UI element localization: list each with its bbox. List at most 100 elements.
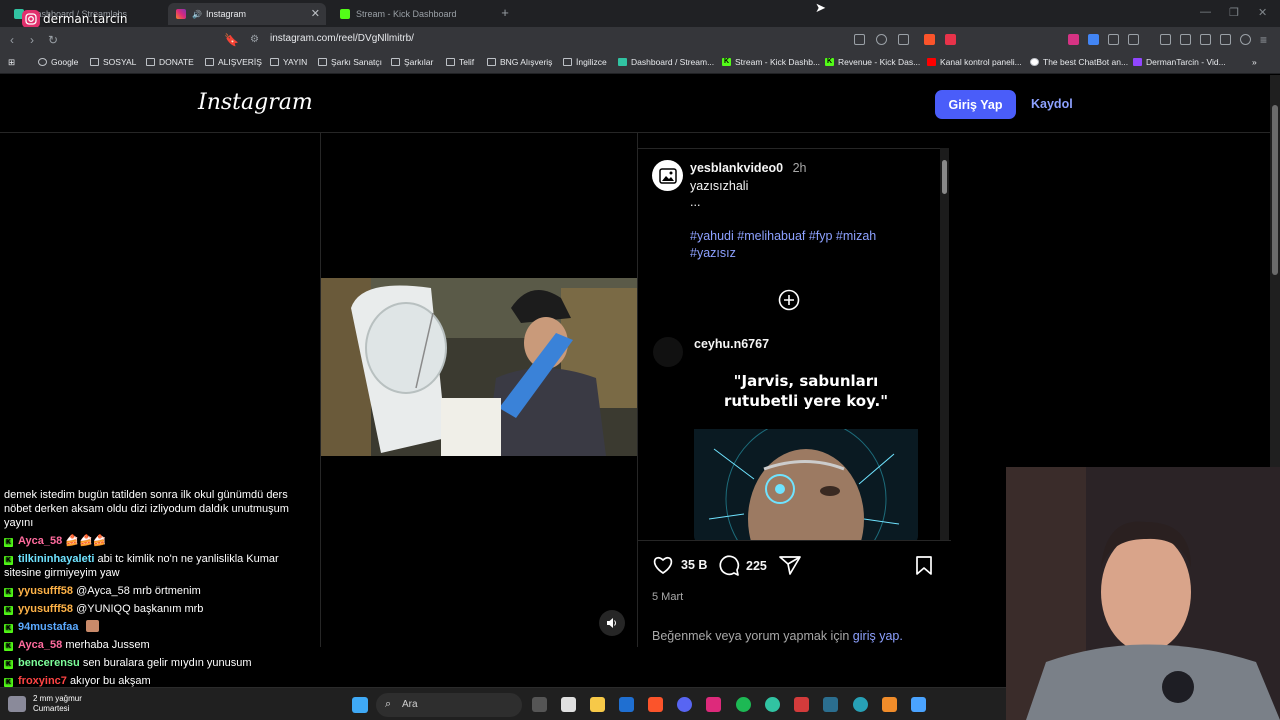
file-explorer-icon[interactable] bbox=[590, 697, 605, 712]
chat-username: 94mustafaa bbox=[18, 621, 79, 633]
heart-icon bbox=[653, 556, 673, 575]
bookmark-donate[interactable]: DONATE bbox=[146, 57, 194, 67]
load-more-comments-button[interactable] bbox=[778, 289, 800, 316]
post-author-name[interactable]: yesblankvideo0 bbox=[690, 161, 783, 175]
chat-text: 🍰🍰🍰 bbox=[65, 535, 107, 547]
bookmark-chatbot[interactable]: The best ChatBot an... bbox=[1030, 57, 1128, 67]
minimize-icon[interactable]: — bbox=[1200, 6, 1211, 18]
task-view-icon[interactable] bbox=[532, 697, 547, 712]
folder-icon bbox=[90, 58, 99, 66]
mute-toggle-button[interactable] bbox=[599, 610, 625, 636]
bookmark-google[interactable]: Google bbox=[38, 57, 78, 67]
extension-icon[interactable] bbox=[1068, 34, 1079, 45]
terminal-icon[interactable] bbox=[823, 697, 838, 712]
taskbar-search[interactable]: ⌕ Ara bbox=[376, 693, 522, 717]
commenter-avatar[interactable] bbox=[653, 337, 683, 367]
comment-author[interactable]: ceyhu.n6767 bbox=[694, 337, 769, 351]
bookmark-kick-stream[interactable]: K Stream - Kick Dashb... bbox=[722, 57, 820, 67]
bookmark-streamlabs[interactable]: Dashboard / Stream... bbox=[618, 57, 714, 67]
window-close-icon[interactable]: ✕ bbox=[1258, 6, 1267, 19]
chat-text: akıyor bu akşam bbox=[69, 675, 151, 687]
bookmark-sosyal[interactable]: SOSYAL bbox=[90, 57, 136, 67]
chat-username: bencerensu bbox=[18, 657, 80, 669]
bookmark-youtube-studio[interactable]: Kanal kontrol paneli... bbox=[927, 57, 1022, 67]
comment-button[interactable]: 225 bbox=[718, 555, 767, 577]
brave-shield-icon[interactable] bbox=[924, 34, 935, 45]
share-button[interactable] bbox=[779, 555, 801, 575]
post-author[interactable]: yesblankvideo0 2h bbox=[690, 161, 807, 175]
instagram-app-icon[interactable] bbox=[706, 697, 721, 712]
restore-icon[interactable]: ❐ bbox=[1229, 6, 1239, 19]
instagram-logo[interactable]: Instagram bbox=[198, 90, 313, 115]
extensions-icon[interactable] bbox=[1108, 34, 1119, 45]
hashtags-line-2[interactable]: #yazısız bbox=[690, 246, 736, 260]
cast-icon[interactable] bbox=[854, 34, 865, 45]
bookmark-alisveris[interactable]: ALIŞVERİŞ bbox=[205, 57, 262, 67]
forward-icon[interactable]: › bbox=[30, 33, 34, 47]
bookmark-yayin[interactable]: YAYIN bbox=[270, 57, 307, 67]
menu-icon[interactable]: ≡ bbox=[1260, 33, 1267, 47]
hashtags-line-1[interactable]: #yahudi #melihabuaf #fyp #mizah bbox=[690, 229, 876, 243]
bookmark-twitch[interactable]: DermanTarcin - Vid... bbox=[1133, 57, 1226, 67]
more-bookmarks-icon[interactable]: » bbox=[1252, 57, 1257, 67]
bookmark-sarkilar[interactable]: Şarkılar bbox=[391, 57, 433, 67]
sidebar-icon[interactable] bbox=[1180, 34, 1191, 45]
zoom-icon[interactable] bbox=[876, 34, 887, 45]
wallet-icon[interactable] bbox=[1200, 34, 1211, 45]
login-prompt-link[interactable]: giriş yap. bbox=[853, 629, 903, 643]
weather-widget[interactable]: 2 mm yağmur Cumartesi bbox=[33, 694, 82, 714]
windows-start-icon[interactable] bbox=[352, 697, 368, 713]
close-tab-icon[interactable]: ✕ bbox=[311, 7, 320, 20]
comments-scroll-thumb[interactable] bbox=[942, 160, 947, 194]
browser-app-icon[interactable] bbox=[853, 697, 868, 712]
youtube-icon bbox=[927, 58, 936, 66]
mail-icon[interactable] bbox=[619, 697, 634, 712]
back-icon[interactable]: ‹ bbox=[10, 33, 14, 47]
stream-channel-overlay: derman.tarcin bbox=[22, 10, 127, 28]
stream-chat-overlay: demek istedim bugün tatilden sonra ilk o… bbox=[4, 488, 309, 692]
kick-icon: K bbox=[722, 58, 731, 66]
screenshot-icon[interactable] bbox=[1128, 34, 1139, 45]
page-scroll-thumb[interactable] bbox=[1272, 105, 1278, 275]
site-info-icon[interactable]: ⚙ bbox=[250, 34, 259, 45]
discord-icon[interactable] bbox=[677, 697, 692, 712]
author-avatar[interactable] bbox=[652, 160, 683, 191]
new-tab-button[interactable]: + bbox=[498, 6, 512, 20]
reel-video[interactable] bbox=[321, 133, 637, 647]
x-app-icon[interactable] bbox=[794, 697, 809, 712]
tab-instagram[interactable]: 🔊 Instagram ✕ bbox=[168, 3, 326, 25]
reload-icon[interactable]: ↻ bbox=[48, 33, 58, 47]
comment-image[interactable]: "Jarvis, sabunları rutubetli yere koy." bbox=[694, 359, 918, 540]
tab-kick-dashboard[interactable]: Stream - Kick Dashboard bbox=[332, 3, 490, 25]
signup-link[interactable]: Kaydol bbox=[1031, 97, 1073, 111]
url-field[interactable]: instagram.com/reel/DVgNllmitrb/ bbox=[270, 33, 414, 44]
spotify-icon[interactable] bbox=[736, 697, 751, 712]
like-button[interactable]: 35 B bbox=[652, 555, 707, 575]
brave-rewards-icon[interactable] bbox=[945, 34, 956, 45]
chatbot-icon bbox=[1030, 58, 1039, 66]
weather-icon[interactable] bbox=[8, 696, 26, 712]
notepad-icon[interactable] bbox=[911, 697, 926, 712]
brave-icon[interactable] bbox=[648, 697, 663, 712]
comments-scrollbar[interactable] bbox=[940, 148, 949, 540]
chat-message: Kyyusufff58 @Ayca_58 mrb örtmenim bbox=[4, 584, 309, 598]
bookmark-kick-revenue[interactable]: K Revenue - Kick Das... bbox=[825, 57, 920, 67]
login-prompt-text: Beğenmek veya yorum yapmak için bbox=[652, 629, 850, 643]
share-icon[interactable] bbox=[898, 34, 909, 45]
save-button[interactable] bbox=[915, 555, 933, 576]
vpn-icon[interactable] bbox=[1240, 34, 1251, 45]
streamlabs-app-icon[interactable] bbox=[765, 697, 780, 712]
cloud-icon[interactable] bbox=[882, 697, 897, 712]
store-icon[interactable] bbox=[561, 697, 576, 712]
bookmark-bng[interactable]: BNG Alışveriş bbox=[487, 57, 552, 67]
bookmark-ingilizce[interactable]: İngilizce bbox=[563, 57, 607, 67]
bookmark-sarki-sanatci[interactable]: Şarkı Sanatçı bbox=[318, 57, 382, 67]
bookmark-icon[interactable]: 🔖 bbox=[224, 33, 239, 47]
folder-icon bbox=[487, 58, 496, 66]
media-icon[interactable] bbox=[1160, 34, 1171, 45]
apps-icon[interactable]: ⊞ bbox=[8, 57, 15, 68]
leo-icon[interactable] bbox=[1220, 34, 1231, 45]
login-button[interactable]: Giriş Yap bbox=[935, 90, 1016, 119]
bookmark-telif[interactable]: Telif bbox=[446, 57, 474, 67]
translate-icon[interactable] bbox=[1088, 34, 1099, 45]
